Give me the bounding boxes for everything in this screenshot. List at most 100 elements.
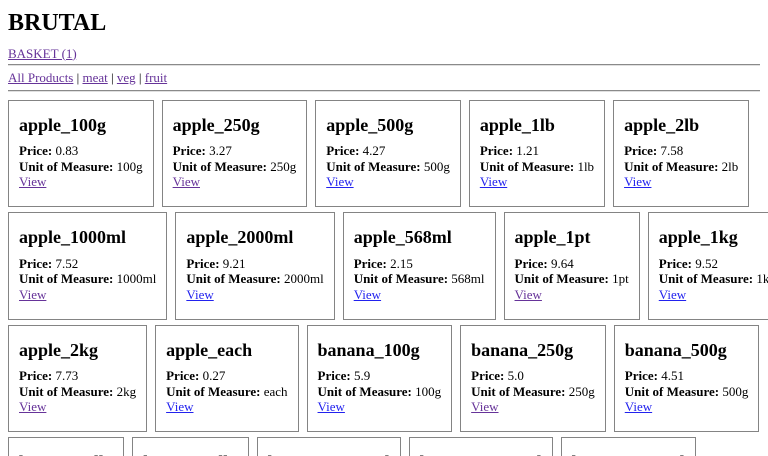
price-value: 4.51 [657, 368, 684, 384]
unit-of-measure-label: Unit of Measure: [317, 383, 412, 399]
product-card: banana_100g Price: 5.9 Unit of Measure: … [306, 324, 453, 432]
product-details: Price: 9.64 Unit of Measure: 1pt View [515, 256, 629, 303]
price-label: Price: [471, 368, 505, 384]
view-link[interactable]: View [471, 399, 498, 414]
unit-of-measure-value: 568ml [448, 271, 485, 287]
product-card: apple_1lb Price: 1.21 Unit of Measure: 1… [468, 99, 606, 208]
product-details: Price: 2.15 Unit of Measure: 568ml View [354, 256, 485, 303]
view-link[interactable]: View [19, 174, 46, 189]
unit-of-measure-label: Unit of Measure: [658, 271, 754, 287]
price-value: 7.58 [657, 143, 684, 159]
unit-of-measure-label: Unit of Measure: [19, 383, 114, 399]
product-title: banana_250g [471, 339, 574, 360]
view-link[interactable]: View [659, 287, 686, 302]
product-title: apple_each [166, 339, 253, 360]
price-label: Price: [326, 143, 360, 159]
unit-of-measure-value: 1lb [574, 158, 595, 174]
view-link[interactable]: View [173, 174, 200, 189]
unit-of-measure-label: Unit of Measure: [624, 158, 719, 174]
product-title: banana_1lb [19, 452, 113, 456]
divider [8, 89, 760, 92]
view-link[interactable]: View [318, 399, 345, 414]
product-card: apple_1pt Price: 9.64 Unit of Measure: 1… [503, 212, 640, 320]
product-title: apple_568ml [353, 227, 452, 248]
unit-of-measure-value: 500g [420, 158, 450, 174]
unit-of-measure-label: Unit of Measure: [19, 271, 114, 287]
divider [8, 63, 760, 66]
product-title: banana_2lb [143, 452, 237, 456]
unit-of-measure-value: 1pt [608, 271, 629, 287]
basket-line: BASKET (1) [8, 46, 760, 61]
view-link[interactable]: View [166, 399, 193, 414]
view-link[interactable]: View [354, 287, 381, 302]
nav-link-veg[interactable]: veg [117, 70, 136, 85]
product-details: Price: 7.73 Unit of Measure: 2kg View [19, 368, 136, 415]
product-title: apple_250g [172, 114, 260, 135]
card-row: banana_1lb Price: Unit of Measure: View … [8, 437, 760, 456]
product-title: apple_1lb [479, 114, 555, 135]
product-details: Price: 5.9 Unit of Measure: 100g View [318, 368, 442, 415]
product-details: Price: 4.51 Unit of Measure: 500g View [625, 368, 749, 415]
product-title: apple_100g [19, 114, 107, 135]
product-card: apple_250g Price: 3.27 Unit of Measure: … [161, 99, 308, 208]
product-details: Price: 3.27 Unit of Measure: 250g View [173, 143, 297, 190]
view-link[interactable]: View [515, 287, 542, 302]
category-nav: All Products | meat | veg | fruit [8, 70, 760, 85]
unit-of-measure-label: Unit of Measure: [172, 158, 267, 174]
view-link[interactable]: View [19, 287, 46, 302]
nav-link-meat[interactable]: meat [82, 70, 107, 85]
product-details: Price: 9.21 Unit of Measure: 2000ml View [186, 256, 323, 303]
nav-link-all-products[interactable]: All Products [8, 70, 73, 85]
product-card: apple_568ml Price: 2.15 Unit of Measure:… [342, 212, 496, 320]
product-card: banana_250g Price: 5.0 Unit of Measure: … [460, 324, 606, 432]
unit-of-measure-value: 2kg [113, 383, 137, 399]
unit-of-measure-value: 1kg [756, 271, 768, 287]
price-value: 3.27 [205, 143, 232, 159]
price-label: Price: [479, 143, 514, 159]
view-link[interactable]: View [326, 174, 353, 189]
unit-of-measure-label: Unit of Measure: [166, 383, 261, 399]
price-value: 4.27 [359, 143, 386, 159]
product-card: banana_2lb Price: Unit of Measure: View [132, 437, 249, 456]
product-details: Price: 1.21 Unit of Measure: 1lb View [480, 143, 594, 190]
view-link[interactable]: View [186, 287, 213, 302]
unit-of-measure-label: Unit of Measure: [326, 158, 421, 174]
price-value: 9.21 [219, 255, 246, 271]
product-title: banana_500g [624, 339, 727, 360]
unit-of-measure-label: Unit of Measure: [186, 271, 281, 287]
nav-link-fruit[interactable]: fruit [145, 70, 167, 85]
unit-of-measure-label: Unit of Measure: [514, 271, 609, 287]
view-link[interactable]: View [480, 174, 507, 189]
product-title: apple_1kg [658, 227, 738, 248]
product-details: Price: 5.0 Unit of Measure: 250g View [471, 368, 595, 415]
product-details: Price: 4.27 Unit of Measure: 500g View [326, 143, 450, 190]
price-label: Price: [19, 255, 53, 271]
price-value: 9.52 [691, 255, 718, 271]
card-row: apple_100g Price: 0.83 Unit of Measure: … [8, 99, 760, 208]
page: BRUTAL BASKET (1) All Products | meat | … [0, 0, 768, 456]
product-details: Price: 7.52 Unit of Measure: 1000ml View [19, 256, 156, 303]
unit-of-measure-value: 2000ml [280, 271, 324, 287]
view-link[interactable]: View [19, 399, 46, 414]
product-card: banana_500g Price: 4.51 Unit of Measure:… [613, 324, 760, 432]
product-title: banana_100g [317, 339, 420, 360]
price-label: Price: [19, 368, 53, 384]
product-card: banana_2000ml Price: Unit of Measure: Vi… [408, 437, 553, 456]
basket-link[interactable]: BASKET (1) [8, 46, 77, 61]
product-title: apple_1pt [514, 227, 591, 248]
product-card: banana_1lb Price: Unit of Measure: View [8, 437, 125, 456]
unit-of-measure-label: Unit of Measure: [353, 271, 449, 287]
product-title: banana_2000ml [420, 452, 542, 456]
price-value: 9.64 [547, 255, 574, 271]
price-label: Price: [658, 255, 692, 271]
unit-of-measure-label: Unit of Measure: [624, 383, 720, 399]
product-card: apple_each Price: 0.27 Unit of Measure: … [155, 324, 299, 432]
view-link[interactable]: View [625, 399, 652, 414]
price-label: Price: [624, 143, 658, 159]
price-value: 1.21 [513, 143, 540, 159]
price-label: Price: [514, 255, 548, 271]
price-value: 7.52 [52, 255, 79, 271]
product-details: Price: 0.27 Unit of Measure: each View [166, 368, 287, 415]
price-label: Price: [186, 255, 220, 271]
view-link[interactable]: View [624, 174, 651, 189]
